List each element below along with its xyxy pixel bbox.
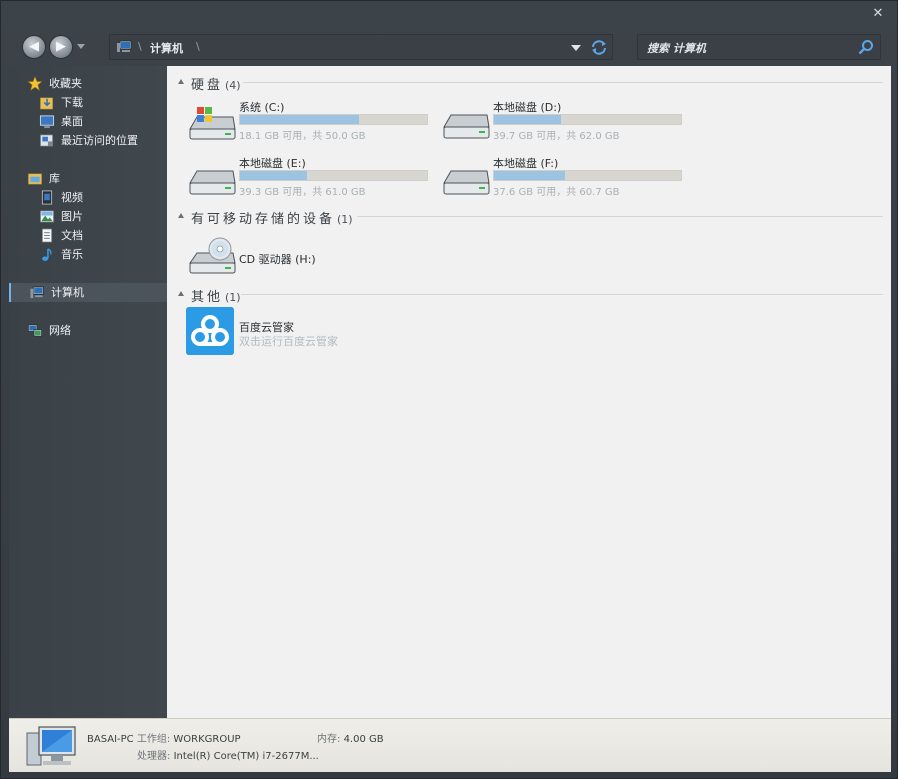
recent-pages-chevron-icon[interactable] (77, 44, 85, 49)
workgroup-label: 工作组: (136, 734, 171, 745)
library-icon (28, 173, 42, 185)
search-input[interactable]: 搜索 计算机 (637, 34, 881, 60)
baidu-cloud-icon (186, 307, 234, 355)
sidebar-item-recent-places[interactable]: 最近访问的位置 (39, 131, 159, 150)
video-icon (41, 190, 53, 205)
sidebar-item-music[interactable]: 音乐 (39, 245, 159, 264)
drive-name: 本地磁盘 (F:) (493, 157, 559, 170)
drive-name: 系统 (C:) (239, 101, 285, 114)
app-description: 双击运行百度云管家 (239, 335, 338, 348)
sidebar-item-videos[interactable]: 视频 (39, 188, 159, 207)
group-other[interactable]: 其他 (1) (177, 285, 883, 305)
star-icon (27, 76, 43, 91)
network-icon (28, 324, 42, 337)
hard-drive-icon (189, 170, 236, 195)
explorer-window: ✕ ◀ ▶ \ 计算机 \ 搜索 计算机 收藏夹 下载 桌面 最近访问的位置 库… (0, 0, 898, 779)
memory-value: 4.00 GB (343, 734, 384, 745)
collapse-arrow-icon[interactable] (178, 291, 184, 296)
hard-drive-icon (443, 170, 490, 195)
drive-f[interactable]: 本地磁盘 (F:) 37.6 GB 可用，共 60.7 GB (441, 155, 691, 205)
recent-places-icon (40, 134, 53, 147)
cpu-value: Intel(R) Core(TM) i7-2677M... (173, 751, 319, 762)
music-note-icon (42, 248, 52, 261)
collapse-arrow-icon[interactable] (178, 213, 184, 218)
cd-drive-icon (189, 237, 236, 274)
desktop-icon (39, 115, 55, 129)
system-drive-icon (189, 107, 236, 140)
group-title-other: 其他 (191, 290, 224, 305)
computer-icon (117, 40, 132, 52)
hard-drive-icon (443, 114, 490, 139)
group-hard-disks[interactable]: 硬盘 (4) (177, 73, 883, 93)
details-pane: BASAI-PC 工作组: WORKGROUP 内存: 4.00 GB 处理器:… (9, 718, 891, 772)
sidebar-item-desktop[interactable]: 桌面 (39, 112, 159, 131)
group-title-removable: 有可移动存储的设备 (191, 212, 336, 227)
group-title-hard-disks: 硬盘 (191, 78, 224, 93)
navigation-pane: 收藏夹 下载 桌面 最近访问的位置 库 视频 图片 文档 音乐 计算机 网络 (9, 66, 167, 718)
group-divider (241, 294, 883, 295)
refresh-icon[interactable] (590, 39, 608, 55)
breadcrumb-separator: \ (138, 40, 142, 53)
computer-name: BASAI-PC (87, 734, 134, 745)
forward-button[interactable]: ▶ (49, 35, 73, 59)
drive-free-space: 39.3 GB 可用，共 61.0 GB (239, 187, 366, 198)
pictures-icon (40, 210, 54, 223)
drive-free-space: 39.7 GB 可用，共 62.0 GB (493, 131, 620, 142)
sidebar-item-favorites[interactable]: 收藏夹 (27, 74, 157, 93)
drive-usage-fill (240, 171, 307, 180)
computer-icon (30, 286, 45, 299)
group-count-hard-disks: (4) (225, 79, 241, 92)
sidebar-item-computer[interactable]: 计算机 (9, 283, 167, 302)
cpu-label: 处理器: (137, 751, 171, 762)
drive-usage-fill (494, 171, 566, 180)
search-placeholder: 搜索 计算机 (647, 42, 706, 55)
downloads-folder-icon (40, 97, 53, 110)
drive-c[interactable]: 系统 (C:) 18.1 GB 可用，共 50.0 GB (187, 99, 437, 149)
drive-d[interactable]: 本地磁盘 (D:) 39.7 GB 可用，共 62.0 GB (441, 99, 691, 149)
close-button[interactable]: ✕ (869, 5, 887, 23)
documents-icon (41, 228, 53, 243)
back-button[interactable]: ◀ (22, 35, 46, 59)
drive-usage-fill (240, 115, 360, 124)
drive-usage-bar (493, 114, 682, 125)
drive-usage-bar (493, 170, 682, 181)
drive-name: 本地磁盘 (D:) (493, 101, 562, 114)
drive-usage-bar (239, 170, 428, 181)
drive-usage-fill (494, 115, 562, 124)
sidebar-item-network[interactable]: 网络 (27, 321, 157, 340)
sidebar-item-pictures[interactable]: 图片 (39, 207, 159, 226)
breadcrumb-computer[interactable]: 计算机 (150, 40, 183, 56)
group-count-removable: (1) (337, 213, 353, 226)
drive-free-space: 37.6 GB 可用，共 60.7 GB (493, 187, 620, 198)
baidu-cloud-item[interactable]: 百度云管家 双击运行百度云管家 (186, 307, 486, 357)
computer-icon (26, 726, 76, 766)
group-divider (243, 82, 883, 83)
drive-name: CD 驱动器 (H:) (239, 253, 316, 266)
drive-free-space: 18.1 GB 可用，共 50.0 GB (239, 131, 366, 142)
collapse-arrow-icon[interactable] (178, 79, 184, 84)
group-divider (357, 216, 883, 217)
sidebar-item-libraries[interactable]: 库 (27, 169, 157, 188)
address-bar[interactable]: \ 计算机 \ (109, 34, 613, 60)
workgroup-value: WORKGROUP (173, 734, 241, 745)
content-pane: 硬盘 (4) 系统 (C:) 18.1 GB 可用，共 50.0 GB 本地磁盘… (167, 66, 891, 718)
toolbar: ◀ ▶ \ 计算机 \ 搜索 计算机 (1, 29, 898, 65)
memory-label: 内存: (317, 734, 341, 745)
group-removable-storage[interactable]: 有可移动存储的设备 (1) (177, 207, 883, 227)
sidebar-item-documents[interactable]: 文档 (39, 226, 159, 245)
sidebar-item-downloads[interactable]: 下载 (39, 93, 159, 112)
drive-usage-bar (239, 114, 428, 125)
drive-e[interactable]: 本地磁盘 (E:) 39.3 GB 可用，共 61.0 GB (187, 155, 437, 205)
address-history-dropdown-icon[interactable] (571, 45, 581, 51)
drive-name: 本地磁盘 (E:) (239, 157, 306, 170)
search-icon[interactable] (858, 39, 874, 55)
drive-h-cd[interactable]: CD 驱动器 (H:) (187, 233, 437, 283)
breadcrumb-separator-end[interactable]: \ (196, 40, 200, 53)
group-count-other: (1) (225, 291, 241, 304)
